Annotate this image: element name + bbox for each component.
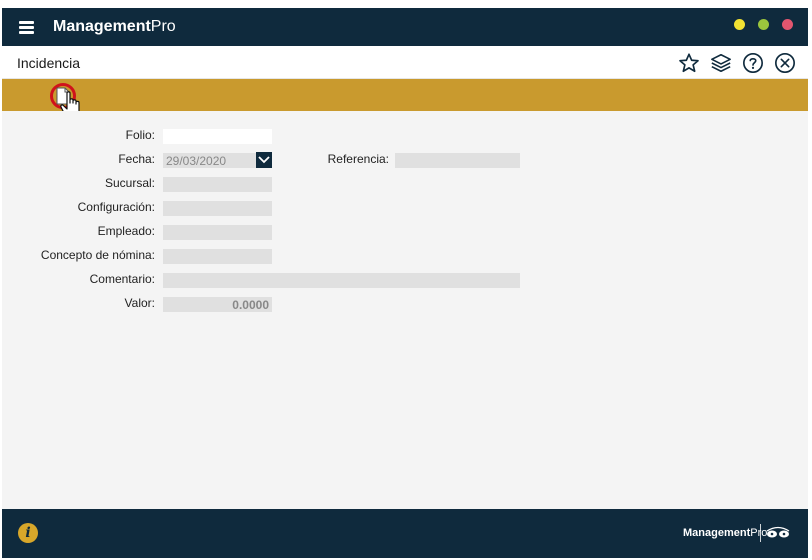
- app-brand: ManagementPro: [53, 18, 176, 36]
- referencia-input[interactable]: [395, 153, 520, 168]
- empleado-label: Empleado:: [97, 224, 155, 238]
- sucursal-input[interactable]: [163, 177, 272, 192]
- close-icon[interactable]: [774, 52, 796, 74]
- fecha-label: Fecha:: [118, 152, 155, 166]
- folio-label: Folio:: [125, 128, 155, 142]
- brand-light: Pro: [150, 18, 176, 35]
- comentario-label: Comentario:: [89, 272, 155, 286]
- close-window-button[interactable]: [782, 19, 793, 30]
- company-logo-icon: [766, 526, 790, 538]
- app-window: ManagementPro Incidencia Folio: Fecha: 2…: [0, 0, 812, 560]
- concepto-input[interactable]: [163, 249, 272, 264]
- valor-input[interactable]: 0.0000: [163, 297, 272, 312]
- info-icon[interactable]: i: [18, 523, 38, 543]
- configuracion-label: Configuración:: [77, 200, 155, 214]
- configuracion-input[interactable]: [163, 201, 272, 216]
- title-bar: ManagementPro: [2, 8, 808, 46]
- empleado-input[interactable]: [163, 225, 272, 240]
- footer-brand: ManagementPro: [683, 527, 767, 539]
- layers-icon[interactable]: [710, 52, 732, 74]
- concepto-label: Concepto de nómina:: [40, 248, 155, 262]
- comentario-input[interactable]: [163, 273, 520, 288]
- valor-label: Valor:: [124, 296, 155, 310]
- referencia-label: Referencia:: [327, 152, 389, 166]
- help-icon[interactable]: [742, 52, 764, 74]
- maximize-button[interactable]: [758, 19, 769, 30]
- module-title: Incidencia: [17, 55, 81, 71]
- favorite-star-icon[interactable]: [678, 52, 700, 74]
- minimize-button[interactable]: [734, 19, 745, 30]
- footer-divider: [760, 524, 761, 542]
- footer-bar: i ManagementPro: [2, 509, 808, 558]
- sucursal-label: Sucursal:: [104, 176, 155, 190]
- footer-brand-bold: Management: [683, 527, 751, 539]
- form-area: Folio: Fecha: 29/03/2020 Referencia: Suc…: [2, 111, 808, 509]
- toolbar: [2, 79, 808, 111]
- folio-input[interactable]: [163, 129, 272, 144]
- hamburger-menu-icon[interactable]: [19, 21, 34, 34]
- brand-bold: Management: [53, 18, 151, 35]
- module-header: Incidencia: [2, 46, 808, 79]
